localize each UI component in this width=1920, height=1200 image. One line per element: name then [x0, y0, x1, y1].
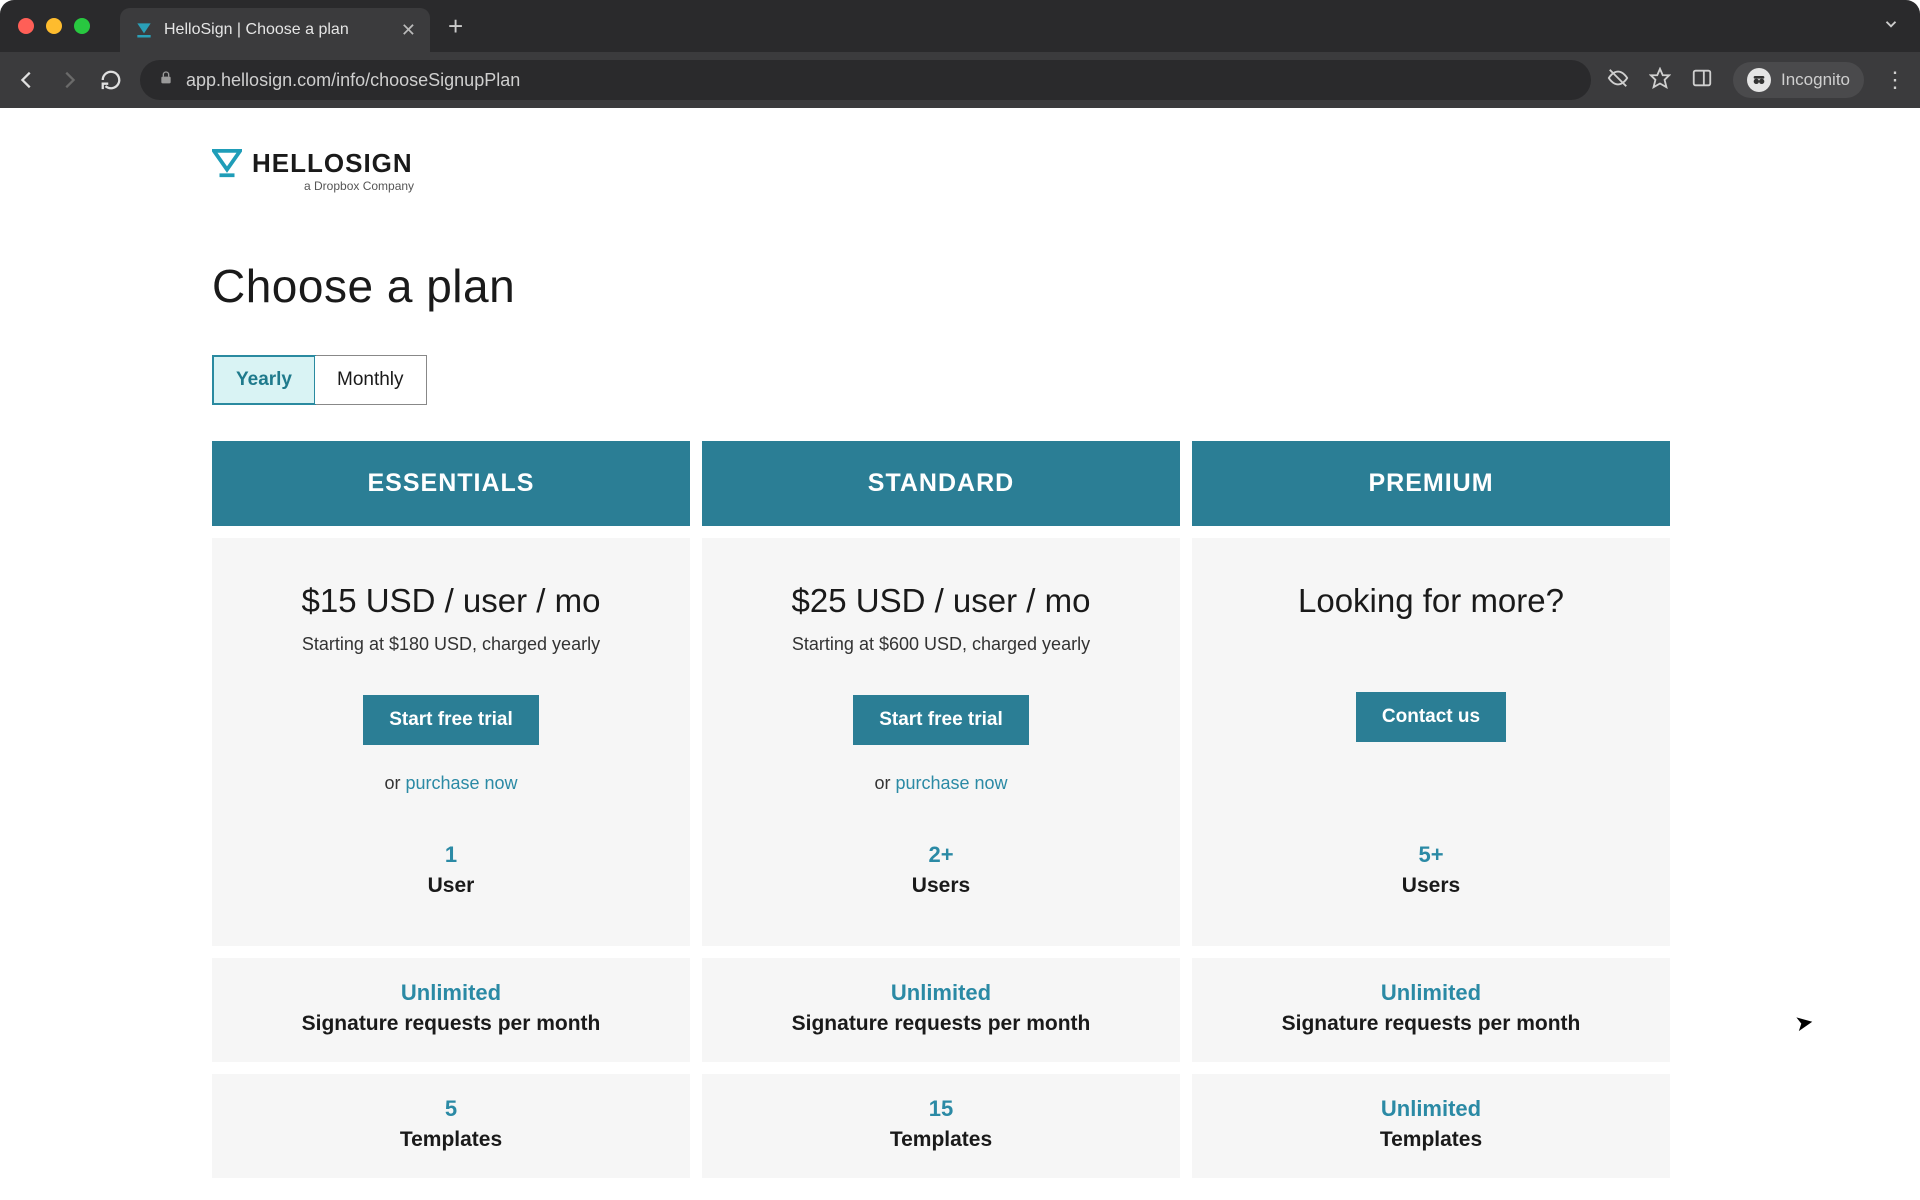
- incognito-icon: [1747, 68, 1771, 92]
- purchase-row: or purchase now: [232, 773, 670, 794]
- feature-label: Templates: [712, 1128, 1170, 1152]
- tab-bar: HelloSign | Choose a plan ✕ +: [0, 0, 1920, 52]
- feature-value: Unlimited: [1202, 1096, 1660, 1122]
- users-label: Users: [722, 874, 1160, 898]
- plan-price-text: $25 USD / user / mo: [722, 582, 1160, 620]
- incognito-badge[interactable]: Incognito: [1733, 62, 1864, 98]
- menu-kebab-icon[interactable]: ⋮: [1884, 67, 1906, 93]
- feature-value: Unlimited: [222, 980, 680, 1006]
- logo-mark-icon: [212, 149, 242, 179]
- plan-price-sub: Starting at $180 USD, charged yearly: [232, 634, 670, 655]
- plan-price-essentials: $15 USD / user / mo Starting at $180 USD…: [212, 538, 690, 946]
- logo-text: HELLOSIGN: [252, 148, 413, 179]
- side-panel-icon[interactable]: [1691, 67, 1713, 94]
- back-button[interactable]: [14, 69, 40, 91]
- url-field[interactable]: app.hellosign.com/info/chooseSignupPlan: [140, 60, 1591, 100]
- lock-icon: [158, 70, 174, 91]
- users-value: 1: [232, 842, 670, 868]
- start-trial-essentials-button[interactable]: Start free trial: [363, 695, 539, 745]
- purchase-row: or purchase now: [722, 773, 1160, 794]
- plan-price-sub: Starting at $600 USD, charged yearly: [722, 634, 1160, 655]
- logo-tagline: a Dropbox Company: [304, 179, 414, 193]
- browser-chrome: HelloSign | Choose a plan ✕ + app.hellos…: [0, 0, 1920, 108]
- new-tab-button[interactable]: +: [448, 11, 463, 42]
- brand-logo[interactable]: HELLOSIGN a Dropbox Company: [212, 148, 1682, 193]
- billing-toggle: Yearly Monthly: [212, 355, 427, 405]
- page-content: HELLOSIGN a Dropbox Company Choose a pla…: [0, 108, 1920, 1200]
- feature-label: Signature requests per month: [712, 1012, 1170, 1036]
- address-bar: app.hellosign.com/info/chooseSignupPlan …: [0, 52, 1920, 108]
- tab-title: HelloSign | Choose a plan: [164, 21, 391, 39]
- browser-tab[interactable]: HelloSign | Choose a plan ✕: [120, 8, 430, 52]
- url-text: app.hellosign.com/info/chooseSignupPlan: [186, 70, 520, 91]
- feature-cell: 15 Templates: [702, 1074, 1180, 1178]
- plan-price-standard: $25 USD / user / mo Starting at $600 USD…: [702, 538, 1180, 946]
- feature-cell: Unlimited Signature requests per month: [212, 958, 690, 1062]
- close-tab-icon[interactable]: ✕: [401, 20, 416, 41]
- plans-grid: ESSENTIALS STANDARD PREMIUM $15 USD / us…: [212, 441, 1682, 1178]
- purchase-now-standard-link[interactable]: purchase now: [895, 773, 1007, 793]
- billing-monthly-button[interactable]: Monthly: [315, 356, 426, 404]
- incognito-label: Incognito: [1781, 70, 1850, 90]
- forward-button[interactable]: [56, 69, 82, 91]
- visibility-off-icon[interactable]: [1607, 67, 1629, 94]
- page-title: Choose a plan: [212, 259, 1682, 313]
- users-value: 2+: [722, 842, 1160, 868]
- feature-label: Signature requests per month: [1202, 1012, 1660, 1036]
- tab-overflow-icon[interactable]: [1882, 15, 1900, 38]
- feature-label: Signature requests per month: [222, 1012, 680, 1036]
- tab-favicon-icon: [134, 20, 154, 40]
- users-value: 5+: [1212, 842, 1650, 868]
- feature-value: 5: [222, 1096, 680, 1122]
- plan-header-essentials: ESSENTIALS: [212, 441, 690, 526]
- reload-button[interactable]: [98, 69, 124, 91]
- feature-cell: Unlimited Signature requests per month: [1192, 958, 1670, 1062]
- feature-cell: 5 Templates: [212, 1074, 690, 1178]
- start-trial-standard-button[interactable]: Start free trial: [853, 695, 1029, 745]
- feature-value: Unlimited: [712, 980, 1170, 1006]
- minimize-window-icon[interactable]: [46, 18, 62, 34]
- billing-yearly-button[interactable]: Yearly: [212, 355, 316, 405]
- bookmark-star-icon[interactable]: [1649, 67, 1671, 94]
- users-label: User: [232, 874, 670, 898]
- maximize-window-icon[interactable]: [74, 18, 90, 34]
- feature-value: 15: [712, 1096, 1170, 1122]
- feature-cell: Unlimited Templates: [1192, 1074, 1670, 1178]
- feature-label: Templates: [222, 1128, 680, 1152]
- contact-us-button[interactable]: Contact us: [1356, 692, 1506, 742]
- users-label: Users: [1212, 874, 1650, 898]
- feature-cell: Unlimited Signature requests per month: [702, 958, 1180, 1062]
- purchase-now-essentials-link[interactable]: purchase now: [405, 773, 517, 793]
- plan-price-text: Looking for more?: [1212, 582, 1650, 620]
- close-window-icon[interactable]: [18, 18, 34, 34]
- window-controls: [18, 18, 90, 34]
- plan-header-premium: PREMIUM: [1192, 441, 1670, 526]
- feature-value: Unlimited: [1202, 980, 1660, 1006]
- feature-label: Templates: [1202, 1128, 1660, 1152]
- plan-header-standard: STANDARD: [702, 441, 1180, 526]
- plan-price-text: $15 USD / user / mo: [232, 582, 670, 620]
- plan-price-premium: Looking for more? Contact us 5+ Users: [1192, 538, 1670, 946]
